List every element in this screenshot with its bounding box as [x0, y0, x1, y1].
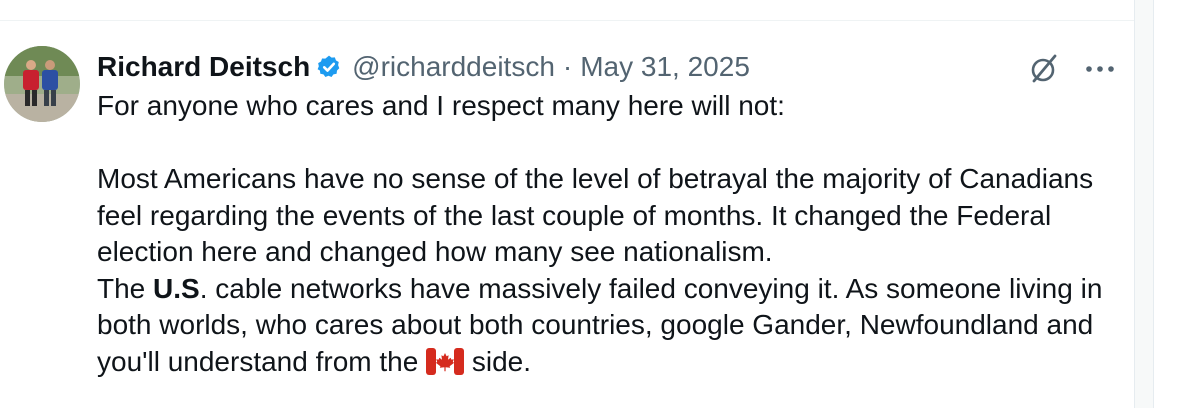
tweet-text: For anyone who cares and I respect many …: [97, 88, 1127, 380]
avatar-image: [4, 46, 80, 122]
tweet-header: Richard Deitsch @richarddeitsch · May 31…: [97, 49, 750, 85]
para-2-end: side.: [464, 345, 532, 377]
verified-badge-icon[interactable]: [316, 54, 342, 80]
para-2-post: . cable networks have massively failed c…: [97, 272, 1103, 377]
tweet-date[interactable]: May 31, 2025: [580, 49, 750, 85]
tweet-intro-line: For anyone who cares and I respect many …: [97, 90, 785, 121]
para-2-bold: U.S: [153, 272, 200, 304]
tweet-paragraph-2: The U.S. cable networks have massively f…: [97, 271, 1127, 381]
avatar[interactable]: [4, 46, 80, 122]
tweet-paragraph-1: Most Americans have no sense of the leve…: [97, 163, 1094, 267]
tweet[interactable]: Richard Deitsch @richarddeitsch · May 31…: [0, 21, 1134, 408]
more-options-icon[interactable]: [1078, 49, 1122, 89]
para-2-pre: The: [97, 272, 154, 304]
author-handle[interactable]: @richarddeitsch: [352, 49, 555, 85]
grok-icon[interactable]: [1024, 49, 1064, 89]
top-divider: [0, 0, 1134, 21]
canada-flag-icon: [426, 347, 465, 375]
separator-dot: ·: [562, 51, 573, 82]
scrollbar-gutter[interactable]: [1134, 0, 1154, 408]
author-name[interactable]: Richard Deitsch: [97, 49, 310, 85]
